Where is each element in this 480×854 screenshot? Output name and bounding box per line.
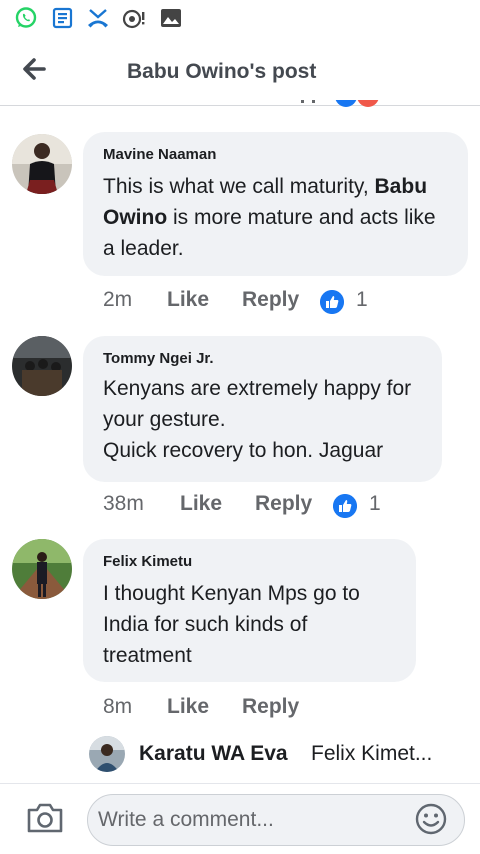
reaction-count: 1 — [356, 288, 368, 311]
comment-text: This is what we call maturity, Babu Owin… — [103, 175, 436, 260]
comment-author[interactable]: Felix Kimetu — [103, 552, 396, 572]
whatsapp-icon — [15, 7, 37, 28]
comment-bubble[interactable]: Felix Kimetu I thought Kenyan Mps go to … — [83, 539, 416, 682]
reply-preview[interactable]: Karatu WA Eva Felix Kimet... — [89, 736, 469, 776]
page-title: Babu Owino's post — [127, 60, 317, 83]
comment-timestamp: 8m — [103, 695, 133, 718]
comment-composer — [0, 783, 480, 854]
like-reaction-icon — [333, 494, 357, 518]
camera-notification-icon — [122, 9, 145, 29]
comment-author[interactable]: Tommy Ngei Jr. — [103, 349, 422, 369]
status-bar — [0, 0, 480, 36]
reply-author[interactable]: Karatu WA Eva — [139, 742, 288, 766]
gallery-icon — [161, 9, 181, 27]
news-icon — [52, 7, 73, 29]
comment-input[interactable] — [87, 794, 465, 846]
comment-bubble[interactable]: Mavine Naaman This is what we call matur… — [83, 132, 468, 276]
comment-item: Felix Kimetu I thought Kenyan Mps go to … — [0, 539, 480, 729]
emoji-icon[interactable] — [414, 802, 448, 836]
scrolled-content-edge — [0, 97, 480, 107]
comment-timestamp: 38m — [103, 492, 144, 515]
comment-actions: 8m Like Reply — [103, 695, 403, 725]
comment-bubble[interactable]: Tommy Ngei Jr. Kenyans are extremely hap… — [83, 336, 442, 482]
avatar[interactable] — [12, 539, 72, 599]
reply-button[interactable]: Reply — [242, 288, 299, 312]
reaction-count: 1 — [369, 492, 381, 515]
like-button[interactable]: Like — [167, 288, 209, 312]
comment-item: Tommy Ngei Jr. Kenyans are extremely hap… — [0, 336, 480, 526]
comment-timestamp: 2m — [103, 288, 133, 311]
missed-call-icon — [88, 9, 108, 28]
like-button[interactable]: Like — [180, 492, 222, 516]
comment-text: Kenyans are extremely happy for your ges… — [103, 377, 412, 462]
avatar[interactable] — [12, 134, 72, 194]
avatar[interactable] — [12, 336, 72, 396]
like-button[interactable]: Like — [167, 695, 209, 719]
comment-author[interactable]: Mavine Naaman — [103, 145, 448, 165]
reply-button[interactable]: Reply — [242, 695, 299, 719]
reply-button[interactable]: Reply — [255, 492, 312, 516]
comment-actions: 38m Like Reply 1 — [103, 492, 403, 522]
like-reaction-icon — [320, 290, 344, 314]
comment-text: I thought Kenyan Mps go to India for suc… — [103, 582, 360, 667]
comment-actions: 2m Like Reply 1 — [103, 288, 403, 318]
avatar[interactable] — [89, 736, 125, 772]
comment-item: Mavine Naaman This is what we call matur… — [0, 132, 480, 322]
reply-snippet: Felix Kimet... — [311, 742, 433, 765]
camera-icon[interactable] — [26, 802, 64, 834]
arrow-left-icon[interactable] — [18, 54, 54, 84]
